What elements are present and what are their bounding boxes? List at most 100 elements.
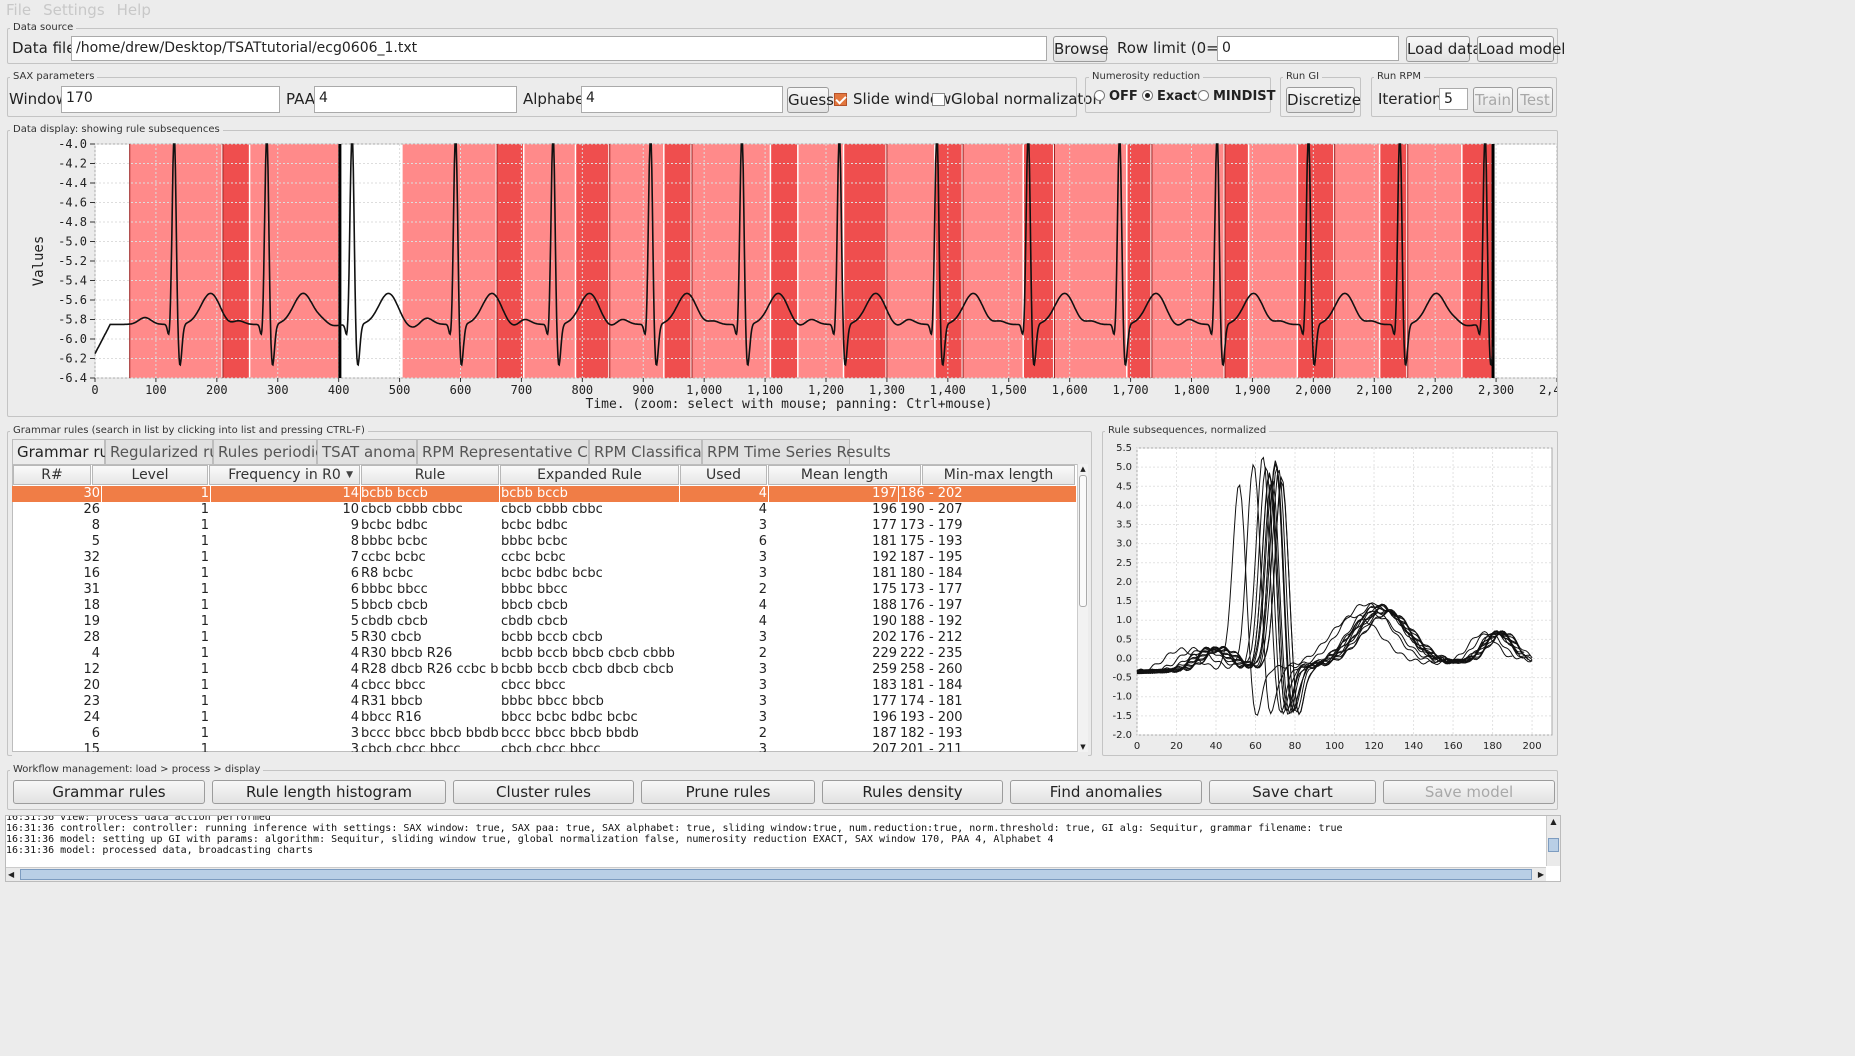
row-limit-input[interactable]: 0 [1217,36,1399,61]
col-header-rule[interactable]: Rule [361,465,499,485]
col-header-used[interactable]: Used [680,465,767,485]
table-row[interactable]: 16 1 6 R8 bcbc bcbc bdbc bcbc 3 181 180 - 184 [12,566,1076,582]
find-anomalies-button[interactable]: Find anomalies [1010,780,1202,804]
data-file-input[interactable]: /home/drew/Desktop/TSATtutorial/ecg0606_… [71,36,1047,61]
tab-regularized-rules[interactable]: Regularized rules [105,439,240,464]
tab-rpm-time-series-results[interactable]: RPM Time Series Results [702,439,891,464]
col-header-min-max-length[interactable]: Min-max length [922,465,1075,485]
table-cell: R31 bbcb [361,694,423,709]
table-row[interactable]: 5 1 8 bbbc bcbc bbbc bcbc 6 181 175 - 193 [12,534,1076,550]
y-tick-label: -4.4 [58,176,87,190]
col-header-frequency[interactable]: Frequency in R0 ▼ [209,465,360,485]
table-cell: 176 - 212 [900,630,963,645]
grammar-rules-button[interactable]: Grammar rules [13,780,205,804]
global-normalization-check-icon [932,93,945,106]
log-scroll-right-icon[interactable]: ▶ [1538,868,1544,881]
numerosity-off-radio[interactable]: OFF [1094,89,1138,104]
table-cell: 5 [91,534,100,549]
table-row[interactable]: 19 1 5 cbdb cbcb cbdb cbcb 4 190 188 - 192 [12,614,1076,630]
log-horizontal-scrollbar[interactable]: ◀ ▶ [6,867,1546,881]
table-row[interactable]: 8 1 9 bcbc bdbc bcbc bdbc 3 177 173 - 179 [12,518,1076,534]
table-cell: 6 [350,582,359,597]
tab-tsat-anomalies[interactable]: TSAT anomalies [317,439,441,464]
window-input[interactable]: 170 [61,86,280,113]
guess-button[interactable]: Guess [787,87,834,113]
time-series-chart[interactable]: -4.0 -4.2 -4.4 -4.6 -4.8 -5.0 -5.2 -5.4 -5.6 -5.8… [9,136,1557,414]
table-row[interactable]: 32 1 7 ccbc bcbc ccbc bcbc 3 192 187 - 195 [12,550,1076,566]
x-tick-label: 1,100 [747,383,783,397]
global-normalization-checkbox[interactable]: Global normalizaton [932,86,1102,112]
x-tick-label: 500 [389,383,411,397]
table-row[interactable]: 18 1 5 bbcb cbcb bbcb cbcb 4 188 176 - 197 [12,598,1076,614]
log-scroll-up-icon[interactable]: ▲ [1547,816,1560,828]
table-row[interactable]: 23 1 4 R31 bbcb bbbc bbcc bbcb 3 177 174 - 181 [12,694,1076,710]
tab-grammar-rules[interactable]: Grammar rules [12,439,130,464]
load-model-button[interactable]: Load model [1477,36,1565,62]
rules-density-button[interactable]: Rules density [822,780,1003,804]
x-tick-label: 1,800 [1173,383,1209,397]
log-hscroll-thumb[interactable] [20,869,1532,880]
table-cell: 31 [83,582,100,597]
table-cell: 181 [872,566,897,581]
scroll-down-icon[interactable]: ▼ [1078,742,1088,752]
x-tick-label: 900 [632,383,654,397]
table-row[interactable]: 26 1 10 cbcb cbbb cbbc cbcb cbbb cbbc 4 196 190… [12,502,1076,518]
save-chart-button[interactable]: Save chart [1209,780,1376,804]
table-row[interactable]: 28 1 5 R30 cbcb bcbb bccb cbcb 3 202 176 - 212 [12,630,1076,646]
sax-parameters-title: SAX parameters [10,71,98,83]
tab-rpm-representative-classes[interactable]: RPM Representative Classes [417,439,634,464]
train-button[interactable]: Train [1473,87,1513,113]
table-cell: 4 [350,678,359,693]
table-row[interactable]: 4 1 4 R30 bbcb R26 bcbb bccb bbcb cbcb cbbb … [12,646,1076,662]
load-data-button[interactable]: Load data [1406,36,1482,62]
menu-file[interactable]: File [6,0,31,20]
test-button[interactable]: Test [1517,87,1553,113]
radio-exact-icon [1142,90,1153,101]
numerosity-exact-radio[interactable]: Exact [1142,89,1197,104]
browse-button[interactable]: Browse [1053,36,1109,62]
numerosity-mindist-radio[interactable]: MINDIST [1198,89,1276,104]
x-tick-label: 200 [206,383,228,397]
prune-rules-button[interactable]: Prune rules [641,780,815,804]
rule-length-histogram-button[interactable]: Rule length histogram [212,780,446,804]
iterations-input[interactable]: 5 [1439,88,1468,110]
table-row[interactable]: 12 1 4R28 dbcb R26 ccbc bc...bcbb bccb cbc… [12,662,1076,678]
paa-input[interactable]: 4 [314,86,517,113]
slide-window-check-icon [834,93,847,106]
table-row[interactable]: 24 1 4 bbcc R16 bbcc bcbc bdbc bcbc 3 196 193 -… [12,710,1076,726]
table-row[interactable]: 6 1 3 bccc bbcc bbcb bbdb bccc bbcc bbcb bbd… [12,726,1076,742]
log-scroll-left-icon[interactable]: ◀ [8,868,14,881]
table-cell: bccc bbcc bbcb bbdb [501,726,639,741]
radio-mindist-icon [1198,90,1209,101]
table-cell: 180 - 184 [900,566,963,581]
save-model-button[interactable]: Save model [1383,780,1555,804]
log-vertical-scrollbar[interactable]: ▲ [1546,816,1560,866]
menu-settings[interactable]: Settings [43,0,105,20]
col-header-mean-length[interactable]: Mean length [768,465,921,485]
menu-help[interactable]: Help [117,0,151,20]
scroll-up-icon[interactable]: ▲ [1078,464,1088,474]
x-axis-label: Time. (zoom: select with mouse; panning:… [586,397,993,412]
y-tick-label: -5.6 [58,293,87,307]
cluster-rules-button[interactable]: Cluster rules [453,780,634,804]
col-header-level[interactable]: Level [92,465,208,485]
log-scroll-thumb[interactable] [1548,838,1559,852]
table-row[interactable]: 20 1 4 cbcc bbcc cbcc bbcc 3 183 181 - 184 [12,678,1076,694]
tab-rules-periodicity[interactable]: Rules periodicity [213,439,342,464]
alphabet-input[interactable]: 4 [581,86,783,113]
rule-subsequences-chart[interactable]: 0 20 40 60 80 100 120 140 160 180 200 5.5 5.0 4.5 4.0 3… [1104,437,1556,753]
table-cell: 188 - 192 [900,614,963,629]
col-header-rnum[interactable]: R# [13,465,91,485]
table-vertical-scrollbar[interactable]: ▲ ▼ [1077,464,1088,752]
col-header-expanded-rule[interactable]: Expanded Rule [500,465,679,485]
table-cell: 1 [200,710,209,725]
table-row[interactable]: 30 1 14 bcbb bccb bcbb bccb 4 197 186 - 202 [12,486,1076,502]
table-cell: bcbc bdbc bcbc [501,566,603,581]
tab-rpm-classification[interactable]: RPM Classification [589,439,730,464]
scroll-thumb[interactable] [1079,475,1087,607]
table-cell: 181 [872,534,897,549]
table-cell: cbcc bbcc [501,678,566,693]
discretize-button[interactable]: Discretize [1286,87,1361,113]
x-tick-label: 1,900 [1234,383,1270,397]
table-row[interactable]: 31 1 6 bbbc bbcc bbbc bbcc 2 175 173 - 177 [12,582,1076,598]
